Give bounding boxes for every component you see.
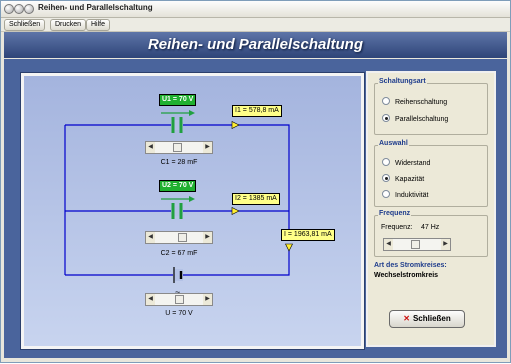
c2-slider[interactable]: ◀ ▶ [145, 231, 213, 244]
radio-parallelschaltung[interactable]: Parallelschaltung [382, 114, 448, 123]
schaltungsart-title: Schaltungsart [378, 78, 427, 85]
current-arrow-i1 [231, 121, 240, 129]
radio-kapazitaet[interactable]: Kapazität [382, 174, 424, 183]
radio-induktivitaet[interactable]: Induktivität [382, 190, 428, 199]
c2-slider-left-arrow[interactable]: ◀ [146, 232, 155, 243]
c2-slider-thumb[interactable] [178, 233, 188, 242]
u-slider-right-arrow[interactable]: ▶ [203, 294, 212, 305]
close-icon: ✕ [403, 314, 410, 323]
radio-kapazitaet-dot[interactable] [382, 174, 390, 182]
auswahl-title: Auswahl [378, 140, 409, 147]
i1-label: I1 = 578,8 mA [232, 105, 282, 117]
current-arrow-i2 [231, 207, 240, 215]
radio-widerstand-label: Widerstand [395, 160, 431, 167]
c1-slider[interactable]: ◀ ▶ [145, 141, 213, 154]
radio-induktivitaet-label: Induktivität [395, 192, 429, 199]
radio-reihenschaltung[interactable]: Reihenschaltung [382, 97, 447, 106]
u-caption: U = 70 V [165, 310, 193, 317]
radio-kapazitaet-label: Kapazität [395, 176, 425, 183]
u2-label: U2 = 70 V [159, 180, 197, 192]
control-panel: Schaltungsart Reihenschaltung Parallelsc… [366, 71, 496, 347]
frequenz-value: 47 Hz [421, 224, 440, 231]
i-total-label: I = 1963,81 mA [281, 229, 335, 241]
i2-label: I2 = 1385 mA [232, 193, 280, 205]
radio-widerstand-dot[interactable] [382, 158, 390, 166]
c1-slider-thumb[interactable] [172, 143, 182, 152]
frequenz-slider-left-arrow[interactable]: ◀ [384, 239, 393, 250]
c2-caption: C2 = 67 mF [160, 250, 198, 257]
radio-reihenschaltung-dot[interactable] [382, 97, 390, 105]
stromkreis-title: Art des Stromkreises: [374, 262, 447, 269]
frequenz-group: Frequenz Frequenz: 47 Hz ◀ ▶ [374, 210, 488, 257]
current-arrow-i-total [285, 243, 293, 252]
u-slider-left-arrow[interactable]: ◀ [146, 294, 155, 305]
u1-label: U1 = 70 V [159, 94, 197, 106]
frequenz-title: Frequenz [378, 210, 412, 217]
frequenz-label: Frequenz: [381, 224, 413, 231]
radio-parallelschaltung-label: Parallelschaltung [395, 116, 449, 123]
frequenz-slider[interactable]: ◀ ▶ [383, 238, 451, 251]
radio-parallelschaltung-dot[interactable] [382, 114, 390, 122]
u-slider[interactable]: ◀ ▶ [145, 293, 213, 306]
c2-slider-right-arrow[interactable]: ▶ [203, 232, 212, 243]
schaltungsart-group: Schaltungsart Reihenschaltung Parallelsc… [374, 78, 488, 135]
capacitor-c1 [171, 117, 183, 133]
auswahl-group: Auswahl Widerstand Kapazität Induktivitä… [374, 140, 488, 207]
u-slider-thumb[interactable] [174, 295, 184, 304]
app-window: Reihen- und Parallelschaltung Schließen … [0, 0, 511, 363]
capacitor-c2 [171, 203, 183, 219]
stromkreis-value: Wechselstromkreis [374, 272, 439, 279]
c1-slider-left-arrow[interactable]: ◀ [146, 142, 155, 153]
c1-caption: C1 = 28 mF [160, 159, 198, 166]
radio-induktivitaet-dot[interactable] [382, 190, 390, 198]
frequenz-slider-thumb[interactable] [410, 240, 420, 249]
close-button-label: Schließen [412, 314, 451, 323]
radio-reihenschaltung-label: Reihenschaltung [395, 99, 448, 106]
c1-slider-right-arrow[interactable]: ▶ [203, 142, 212, 153]
close-button[interactable]: ✕ Schließen [389, 310, 465, 328]
voltage-source [173, 267, 183, 283]
radio-widerstand[interactable]: Widerstand [382, 158, 430, 167]
frequenz-slider-right-arrow[interactable]: ▶ [441, 239, 450, 250]
